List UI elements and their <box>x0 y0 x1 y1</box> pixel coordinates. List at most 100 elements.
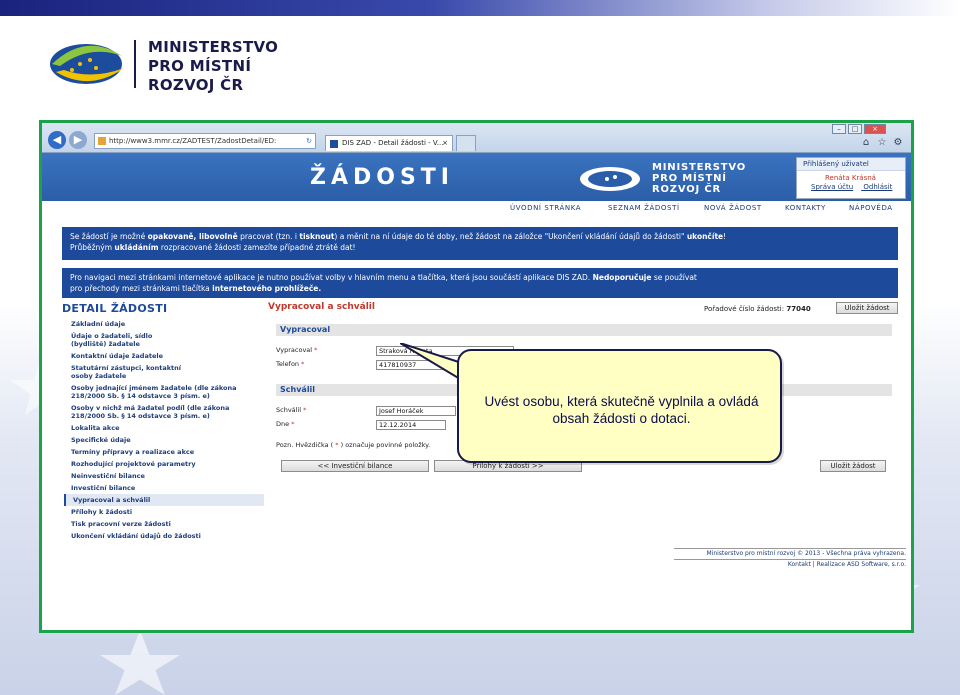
minimize-icon[interactable]: – <box>832 124 846 134</box>
app-ministry-line2: PRO MÍSTNÍ <box>652 173 727 184</box>
browser-tab[interactable]: DIS ZAD - Detail žádosti - V... × <box>325 135 453 151</box>
main-menu: ÚVODNÍ STRÁNKA SEZNAM ŽÁDOSTÍ NOVÁ ŽÁDOS… <box>42 201 911 215</box>
footer-copyright: Ministerstvo pro místní rozvoj © 2013 - … <box>674 548 906 559</box>
nav-item-terms[interactable]: Termíny přípravy a realizace akce <box>64 446 264 458</box>
tab-title: DIS ZAD - Detail žádosti - V... <box>342 139 444 147</box>
nav-item-finish[interactable]: Ukončení vkládání údajů do žádosti <box>64 530 264 542</box>
required-mark: * <box>303 406 307 414</box>
info1-text-6: ukončíte <box>686 232 724 241</box>
account-link[interactable]: Správa účtu <box>811 183 853 191</box>
info1-text-7: ! <box>723 232 727 241</box>
app-ministry-name: MINISTERSTVO PRO MÍSTNÍ ROZVOJ ČR <box>652 162 746 195</box>
page-favicon <box>98 137 106 145</box>
callout-box: Uvést osobu, která skutečně vyplnila a o… <box>457 349 782 463</box>
forward-icon[interactable]: ▶ <box>69 131 87 149</box>
nav-item-statutory[interactable]: Statutární zástupci, kontaktní osoby žad… <box>64 362 184 382</box>
required-mark: * <box>314 346 318 354</box>
info2-text-3: se používat <box>651 273 697 282</box>
app-ministry-line3: ROZVOJ ČR <box>652 184 721 195</box>
address-bar[interactable]: http://www3.mmr.cz/ZADTEST/ZadostDetail/… <box>94 133 316 149</box>
date-input[interactable]: 12.12.2014 <box>376 420 446 430</box>
app-ministry-emblem-icon <box>580 167 640 191</box>
slide-top-stripe <box>0 0 960 16</box>
menu-item-new[interactable]: NOVÁ ŽÁDOST <box>704 204 762 212</box>
detail-title: DETAIL ŽÁDOSTI <box>62 302 168 315</box>
tab-favicon <box>330 140 338 148</box>
nav-item-contact[interactable]: Kontaktní údaje žadatele <box>64 350 264 362</box>
info1-text-1: Se žádostí je možné <box>70 232 148 241</box>
nav-item-prepared-approved[interactable]: Vypracoval a schválil <box>64 494 264 506</box>
star-icon[interactable]: ☆ <box>876 137 888 149</box>
new-tab-button[interactable] <box>456 135 476 151</box>
logout-link[interactable]: Odhlásit <box>863 183 892 191</box>
user-links: Správa účtu Odhlásit <box>797 183 905 191</box>
home-icon[interactable]: ⌂ <box>860 137 872 149</box>
maximize-icon[interactable]: □ <box>848 124 862 134</box>
note-text-c: ) označuje povinné položky. <box>338 441 431 449</box>
callout-line2: obsah žádosti o dotaci. <box>552 411 691 426</box>
info2-text-2: Nedoporučuje <box>592 273 652 282</box>
prepared-by-label: Vypracoval * <box>276 346 317 354</box>
nav-item-persons-acting[interactable]: Osoby jednající jménem žadatele (dle zák… <box>64 382 264 402</box>
form-title: Vypracoval a schválil <box>268 302 375 312</box>
info2-text-1: Pro navigaci mezi stránkami internetové … <box>70 273 593 282</box>
app-ministry-line1: MINISTERSTVO <box>652 162 747 173</box>
info2-text-5: internetového prohlížeče. <box>212 284 322 293</box>
note-text-a: Pozn. Hvězdička ( <box>276 441 336 449</box>
detail-nav: Základní údaje Údaje o žadateli, sídlo (… <box>64 318 264 542</box>
close-tab-icon[interactable]: × <box>442 136 448 151</box>
nav-item-noninvest[interactable]: Neinvestiční bilance <box>64 470 264 482</box>
order-label-text: Pořadové číslo žádosti: <box>704 305 785 313</box>
order-number-value: 77040 <box>786 305 811 313</box>
logo-divider <box>134 40 136 88</box>
required-note: Pozn. Hvězdička ( * ) označuje povinné p… <box>276 441 430 449</box>
nav-item-specific[interactable]: Specifické údaje <box>64 434 264 446</box>
nav-item-basic[interactable]: Základní údaje <box>64 318 264 330</box>
date-label: Dne * <box>276 420 294 428</box>
ministry-name-line1: MINISTERSTVO <box>148 38 279 56</box>
app-title: ŽÁDOSTI <box>310 165 454 190</box>
nav-item-print[interactable]: Tisk pracovní verze žádosti <box>64 518 264 530</box>
menu-item-contacts[interactable]: KONTAKTY <box>785 204 826 212</box>
menu-item-help[interactable]: NÁPOVĚDA <box>849 204 893 212</box>
nav-item-invest[interactable]: Investiční bilance <box>64 482 264 494</box>
approved-by-input[interactable]: Josef Horáček <box>376 406 456 416</box>
nav-item-locality[interactable]: Lokalita akce <box>64 422 264 434</box>
address-text: http://www3.mmr.cz/ZADTEST/ZadostDetail/… <box>109 137 277 145</box>
prev-button[interactable]: << Investiční bilance <box>281 460 429 472</box>
user-name: Renáta Krásná <box>825 174 876 182</box>
info-bar-navigation: Pro navigaci mezi stránkami internetové … <box>62 268 898 298</box>
required-mark: * <box>291 420 295 428</box>
nav-item-parameters[interactable]: Rozhodující projektové parametry <box>64 458 264 470</box>
info1-text-10: rozpracované žádosti zamezíte případné z… <box>158 243 356 252</box>
callout-line1: Uvést osobu, která skutečně vyplnila a o… <box>484 394 759 409</box>
info1-text-4: tisknout <box>299 232 335 241</box>
callout-text: Uvést osobu, která skutečně vyplnila a o… <box>459 393 784 427</box>
phone-label: Telefon * <box>276 360 304 368</box>
save-button-bottom[interactable]: Uložit žádost <box>820 460 886 472</box>
phone-label-text: Telefon <box>276 360 300 368</box>
refresh-icon[interactable]: ↻ <box>306 134 312 148</box>
ministry-name-line3: ROZVOJ ČR <box>148 76 244 94</box>
ministry-name-line2: PRO MÍSTNÍ <box>148 57 252 75</box>
info1-text-5: ) a měnit na ní údaje do té doby, než žá… <box>334 232 687 241</box>
info1-text-3: pracovat (tzn. i <box>237 232 300 241</box>
user-box-header: Přihlášený uživatel <box>797 158 905 171</box>
app-header: ŽÁDOSTI MINISTERSTVO PRO MÍSTNÍ ROZVOJ Č… <box>42 153 911 201</box>
gear-icon[interactable]: ⚙ <box>892 137 904 149</box>
info1-text-2: opakovaně, libovolně <box>147 232 238 241</box>
footer-links[interactable]: Kontakt | Realizace ASD Software, s.r.o. <box>674 559 906 570</box>
menu-item-home[interactable]: ÚVODNÍ STRÁNKA <box>510 204 581 212</box>
close-window-icon[interactable]: × <box>864 124 886 134</box>
nav-item-attachments[interactable]: Přílohy k žádosti <box>64 506 264 518</box>
nav-item-persons-share[interactable]: Osoby v nichž má žadatel podíl (dle záko… <box>64 402 264 422</box>
info1-text-8: Průběžným <box>70 243 115 252</box>
user-box: Přihlášený uživatel Renáta Krásná Správa… <box>796 157 906 199</box>
save-button-top[interactable]: Uložit žádost <box>836 302 898 314</box>
nav-item-applicant[interactable]: Údaje o žadateli, sídlo (bydliště) žadat… <box>64 330 174 350</box>
approved-by-label-text: Schválil <box>276 406 302 414</box>
menu-item-list[interactable]: SEZNAM ŽÁDOSTÍ <box>608 204 680 212</box>
info2-text-4: pro přechody mezi stránkami tlačítka <box>70 284 213 293</box>
required-mark: * <box>301 360 305 368</box>
back-icon[interactable]: ◀ <box>48 131 66 149</box>
